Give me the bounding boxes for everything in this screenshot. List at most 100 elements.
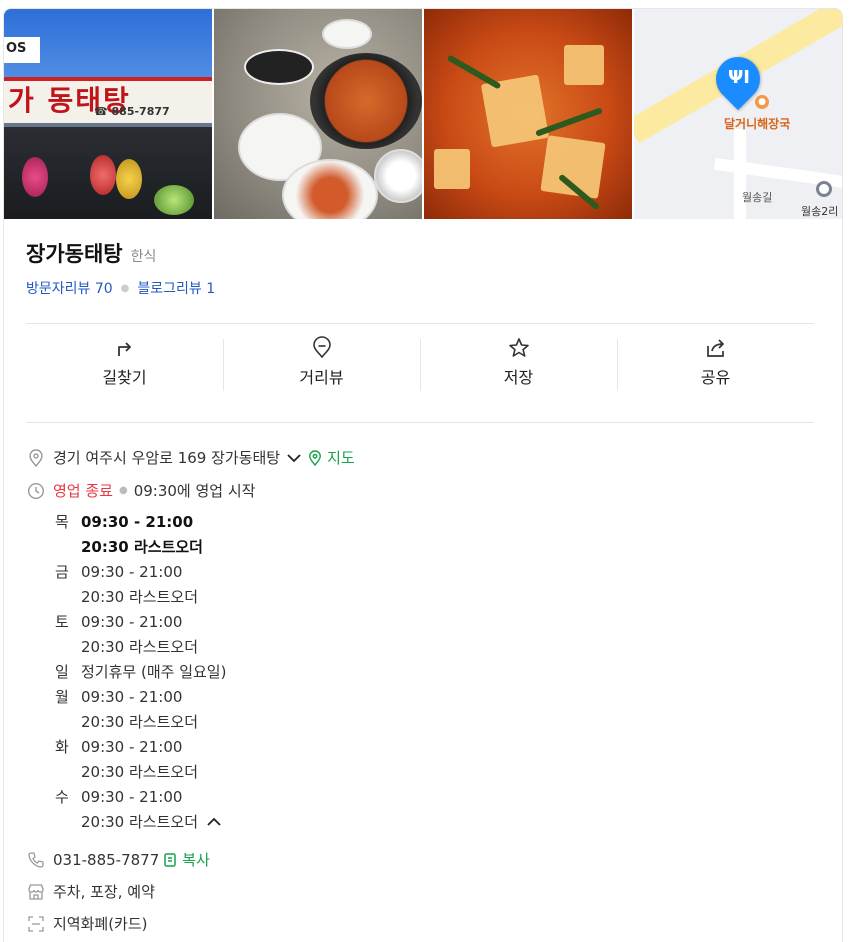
day-label: 화 xyxy=(55,738,69,756)
tofu-piece xyxy=(434,149,470,189)
phone-number[interactable]: 031-885-7877 xyxy=(53,851,159,869)
hours-lastorder-thu: 20:30 라스트오더 xyxy=(55,535,226,560)
map-road xyxy=(734,129,746,219)
place-name: 장가동태탕 xyxy=(26,242,123,266)
hours-row-mon: 월 09:30 - 21:00 xyxy=(55,685,226,710)
hours-time: 09:30 - 21:00 xyxy=(81,788,183,806)
day-label: 금 xyxy=(55,563,69,581)
table-food-photo[interactable] xyxy=(214,9,422,219)
amenities-row: 주차, 포장, 예약 xyxy=(26,881,155,902)
address-text: 경기 여주시 우암로 169 장가동태탕 xyxy=(53,449,281,467)
hours-time: 정기휴무 (매주 일요일) xyxy=(81,663,227,681)
dongtae-stew-photo[interactable] xyxy=(424,9,632,219)
rice-bowl xyxy=(374,149,422,203)
last-order: 20:30 라스트오더 xyxy=(81,538,203,556)
hours-time: 09:30 - 21:00 xyxy=(81,513,194,531)
blog-review-link[interactable]: 블로그리뷰 1 xyxy=(137,278,215,298)
directions-icon xyxy=(117,342,131,356)
stew-pot xyxy=(310,53,422,149)
next-open-time: 09:30에 영업 시작 xyxy=(133,482,256,500)
flower-pots xyxy=(154,185,194,215)
flower-wreath xyxy=(90,155,116,195)
flower-wreath xyxy=(22,157,48,197)
last-order: 20:30 라스트오더 xyxy=(81,638,198,656)
review-links: 방문자리뷰 70 ● 블로그리뷰 1 xyxy=(26,278,215,298)
map-link-label: 지도 xyxy=(327,449,355,467)
phone-icon xyxy=(26,850,46,870)
copy-icon xyxy=(164,852,177,867)
hours-row-fri: 금 09:30 - 21:00 xyxy=(55,560,226,585)
hours-time: 09:30 - 21:00 xyxy=(81,613,183,631)
last-order: 20:30 라스트오더 xyxy=(81,713,198,731)
hours-lastorder-fri: 20:30 라스트오더 xyxy=(55,585,226,610)
street-view-icon xyxy=(312,336,331,359)
address-row: 경기 여주시 우암로 169 장가동태탕 지도 xyxy=(26,447,355,468)
save-button[interactable]: 저장 xyxy=(420,336,617,396)
street-view-button[interactable]: 거리뷰 xyxy=(223,336,420,396)
store-sign-os: OS xyxy=(4,37,40,63)
restaurant-icon: ΨΙ xyxy=(728,67,750,88)
title-row: 장가동태탕 한식 xyxy=(26,238,156,268)
hours-row-thu: 목 09:30 - 21:00 xyxy=(55,510,226,535)
green-onion xyxy=(446,54,502,90)
hours-lastorder-wed: 20:30 라스트오더 xyxy=(55,810,226,835)
hours-lastorder-tue: 20:30 라스트오더 xyxy=(55,760,226,785)
share-icon xyxy=(706,339,724,357)
place-category: 한식 xyxy=(130,249,157,265)
divider xyxy=(26,323,814,324)
separator-dot: ● xyxy=(120,282,130,294)
stew-bowl xyxy=(282,159,378,219)
separator-dot: ● xyxy=(118,485,128,496)
hours-row-sat: 토 09:30 - 21:00 xyxy=(55,610,226,635)
divider xyxy=(26,422,814,423)
map-pin-icon xyxy=(309,449,322,466)
expand-address-chevron-icon[interactable] xyxy=(286,449,302,467)
bus-stop-icon xyxy=(816,181,832,197)
day-label: 일 xyxy=(55,663,69,681)
tofu-piece xyxy=(564,45,604,85)
hours-time: 09:30 - 21:00 xyxy=(81,688,183,706)
hours-time: 09:30 - 21:00 xyxy=(81,738,183,756)
directions-label: 길찾기 xyxy=(102,368,147,387)
collapse-hours-chevron-icon[interactable] xyxy=(206,810,222,835)
street-view-label: 거리뷰 xyxy=(299,368,344,387)
mini-map[interactable]: ΨΙ ● 달거니해장국 월송길 월송2리 xyxy=(634,9,842,219)
phone-row: 031-885-7877 복사 xyxy=(26,849,210,870)
photo-strip: OS 가 동태탕 ☎ 885-7877 ΨΙ ● 달거니해장국 월송길 월송2리 xyxy=(4,9,842,219)
flower-wreath xyxy=(116,159,142,199)
day-label: 수 xyxy=(55,788,69,806)
clock-icon xyxy=(26,481,46,501)
directions-button[interactable]: 길찾기 xyxy=(26,336,223,396)
hours-time: 09:30 - 21:00 xyxy=(81,563,183,581)
amenities-text: 주차, 포장, 예약 xyxy=(53,883,155,901)
hours-row-wed: 수 09:30 - 21:00 xyxy=(55,785,226,810)
hours-row-sun: 일 정기휴무 (매주 일요일) xyxy=(55,660,226,685)
share-button[interactable]: 공유 xyxy=(617,336,814,396)
map-road-label: 월송길 xyxy=(742,191,773,204)
store-sign-phone: ☎ 885-7877 xyxy=(94,105,170,118)
business-status: 영업 종료 xyxy=(53,482,113,500)
storefront-photo[interactable]: OS 가 동태탕 ☎ 885-7877 xyxy=(4,9,212,219)
seaweed-plate xyxy=(244,49,314,85)
save-label: 저장 xyxy=(503,368,534,387)
map-poi-label: 달거니해장국 xyxy=(724,117,791,131)
business-status-row[interactable]: 영업 종료 ● 09:30에 영업 시작 xyxy=(26,480,255,501)
payment-row: 지역화폐(카드) xyxy=(26,913,148,934)
location-icon xyxy=(26,448,46,468)
day-label: 목 xyxy=(55,513,69,531)
last-order: 20:30 라스트오더 xyxy=(81,813,198,831)
map-link[interactable]: 지도 xyxy=(308,447,355,468)
side-dish-plate xyxy=(322,19,372,49)
copy-phone-button[interactable]: 복사 xyxy=(163,849,210,870)
star-icon xyxy=(508,338,529,357)
hours-lastorder-mon: 20:30 라스트오더 xyxy=(55,710,226,735)
payment-text: 지역화폐(카드) xyxy=(53,915,148,933)
day-label: 토 xyxy=(55,613,69,631)
day-label: 월 xyxy=(55,688,69,706)
copy-label: 복사 xyxy=(182,851,210,869)
poi-restaurant-icon: ● xyxy=(755,95,769,109)
share-label: 공유 xyxy=(700,368,731,387)
store-icon xyxy=(26,882,46,902)
visitor-review-link[interactable]: 방문자리뷰 70 xyxy=(26,278,113,298)
scan-icon xyxy=(26,914,46,934)
